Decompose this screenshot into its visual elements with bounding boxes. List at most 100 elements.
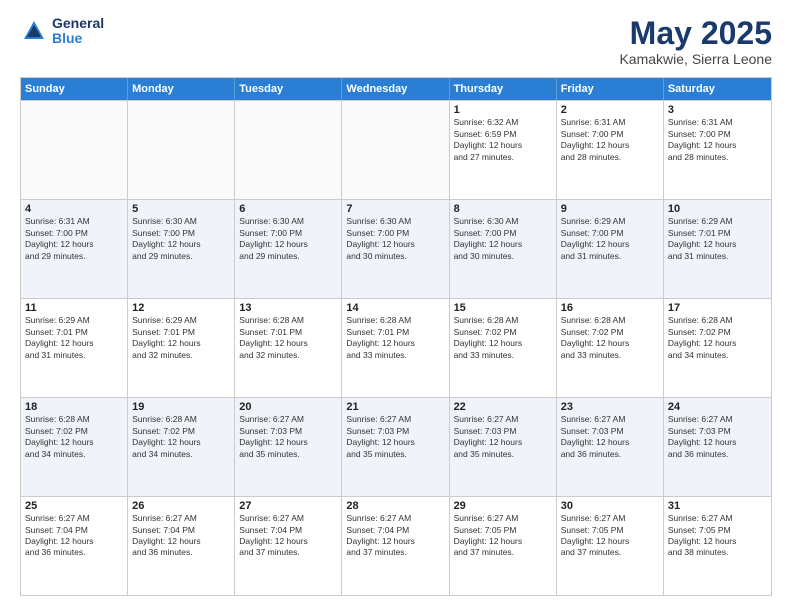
day-number: 2 (561, 104, 659, 116)
day-info: Sunrise: 6:27 AMSunset: 7:04 PMDaylight:… (239, 513, 337, 559)
day-cell-28: 28Sunrise: 6:27 AMSunset: 7:04 PMDayligh… (342, 497, 449, 595)
day-number: 24 (668, 401, 767, 413)
day-cell-18: 18Sunrise: 6:28 AMSunset: 7:02 PMDayligh… (21, 398, 128, 496)
day-number: 14 (346, 302, 444, 314)
weekday-header-monday: Monday (128, 78, 235, 100)
day-cell-30: 30Sunrise: 6:27 AMSunset: 7:05 PMDayligh… (557, 497, 664, 595)
day-info: Sunrise: 6:30 AMSunset: 7:00 PMDaylight:… (239, 216, 337, 262)
day-info: Sunrise: 6:28 AMSunset: 7:02 PMDaylight:… (454, 315, 552, 361)
day-number: 9 (561, 203, 659, 215)
location: Kamakwie, Sierra Leone (619, 51, 772, 67)
day-info: Sunrise: 6:27 AMSunset: 7:04 PMDaylight:… (346, 513, 444, 559)
day-cell-11: 11Sunrise: 6:29 AMSunset: 7:01 PMDayligh… (21, 299, 128, 397)
day-info: Sunrise: 6:27 AMSunset: 7:05 PMDaylight:… (561, 513, 659, 559)
day-number: 11 (25, 302, 123, 314)
day-info: Sunrise: 6:29 AMSunset: 7:01 PMDaylight:… (132, 315, 230, 361)
day-cell-6: 6Sunrise: 6:30 AMSunset: 7:00 PMDaylight… (235, 200, 342, 298)
day-info: Sunrise: 6:29 AMSunset: 7:00 PMDaylight:… (561, 216, 659, 262)
day-cell-22: 22Sunrise: 6:27 AMSunset: 7:03 PMDayligh… (450, 398, 557, 496)
day-cell-17: 17Sunrise: 6:28 AMSunset: 7:02 PMDayligh… (664, 299, 771, 397)
day-number: 26 (132, 500, 230, 512)
calendar-row-4: 25Sunrise: 6:27 AMSunset: 7:04 PMDayligh… (21, 496, 771, 595)
day-cell-24: 24Sunrise: 6:27 AMSunset: 7:03 PMDayligh… (664, 398, 771, 496)
day-number: 8 (454, 203, 552, 215)
day-cell-1: 1Sunrise: 6:32 AMSunset: 6:59 PMDaylight… (450, 101, 557, 199)
empty-cell (342, 101, 449, 199)
day-cell-20: 20Sunrise: 6:27 AMSunset: 7:03 PMDayligh… (235, 398, 342, 496)
day-number: 15 (454, 302, 552, 314)
day-cell-26: 26Sunrise: 6:27 AMSunset: 7:04 PMDayligh… (128, 497, 235, 595)
day-info: Sunrise: 6:31 AMSunset: 7:00 PMDaylight:… (561, 117, 659, 163)
header: General Blue May 2025 Kamakwie, Sierra L… (20, 16, 772, 67)
day-cell-5: 5Sunrise: 6:30 AMSunset: 7:00 PMDaylight… (128, 200, 235, 298)
day-number: 1 (454, 104, 552, 116)
day-number: 29 (454, 500, 552, 512)
day-cell-16: 16Sunrise: 6:28 AMSunset: 7:02 PMDayligh… (557, 299, 664, 397)
day-cell-8: 8Sunrise: 6:30 AMSunset: 7:00 PMDaylight… (450, 200, 557, 298)
weekday-header-thursday: Thursday (450, 78, 557, 100)
day-number: 7 (346, 203, 444, 215)
day-cell-23: 23Sunrise: 6:27 AMSunset: 7:03 PMDayligh… (557, 398, 664, 496)
weekday-header-friday: Friday (557, 78, 664, 100)
weekday-header-tuesday: Tuesday (235, 78, 342, 100)
day-number: 16 (561, 302, 659, 314)
day-cell-27: 27Sunrise: 6:27 AMSunset: 7:04 PMDayligh… (235, 497, 342, 595)
weekday-header-saturday: Saturday (664, 78, 771, 100)
day-info: Sunrise: 6:29 AMSunset: 7:01 PMDaylight:… (25, 315, 123, 361)
day-info: Sunrise: 6:31 AMSunset: 7:00 PMDaylight:… (25, 216, 123, 262)
day-cell-25: 25Sunrise: 6:27 AMSunset: 7:04 PMDayligh… (21, 497, 128, 595)
day-info: Sunrise: 6:27 AMSunset: 7:03 PMDaylight:… (346, 414, 444, 460)
day-cell-14: 14Sunrise: 6:28 AMSunset: 7:01 PMDayligh… (342, 299, 449, 397)
day-info: Sunrise: 6:28 AMSunset: 7:02 PMDaylight:… (561, 315, 659, 361)
calendar-row-1: 4Sunrise: 6:31 AMSunset: 7:00 PMDaylight… (21, 199, 771, 298)
day-number: 5 (132, 203, 230, 215)
logo-text: General Blue (52, 16, 104, 47)
calendar-body: 1Sunrise: 6:32 AMSunset: 6:59 PMDaylight… (21, 100, 771, 595)
day-info: Sunrise: 6:31 AMSunset: 7:00 PMDaylight:… (668, 117, 767, 163)
day-info: Sunrise: 6:28 AMSunset: 7:02 PMDaylight:… (668, 315, 767, 361)
logo-blue: Blue (52, 31, 104, 46)
day-number: 28 (346, 500, 444, 512)
day-info: Sunrise: 6:27 AMSunset: 7:05 PMDaylight:… (668, 513, 767, 559)
day-number: 22 (454, 401, 552, 413)
calendar-header: SundayMondayTuesdayWednesdayThursdayFrid… (21, 78, 771, 100)
day-cell-21: 21Sunrise: 6:27 AMSunset: 7:03 PMDayligh… (342, 398, 449, 496)
day-info: Sunrise: 6:30 AMSunset: 7:00 PMDaylight:… (346, 216, 444, 262)
calendar-row-0: 1Sunrise: 6:32 AMSunset: 6:59 PMDaylight… (21, 100, 771, 199)
day-cell-19: 19Sunrise: 6:28 AMSunset: 7:02 PMDayligh… (128, 398, 235, 496)
day-info: Sunrise: 6:27 AMSunset: 7:03 PMDaylight:… (239, 414, 337, 460)
day-info: Sunrise: 6:28 AMSunset: 7:02 PMDaylight:… (132, 414, 230, 460)
day-info: Sunrise: 6:30 AMSunset: 7:00 PMDaylight:… (132, 216, 230, 262)
day-info: Sunrise: 6:27 AMSunset: 7:03 PMDaylight:… (454, 414, 552, 460)
empty-cell (128, 101, 235, 199)
day-cell-29: 29Sunrise: 6:27 AMSunset: 7:05 PMDayligh… (450, 497, 557, 595)
logo-icon (20, 17, 48, 45)
calendar: SundayMondayTuesdayWednesdayThursdayFrid… (20, 77, 772, 596)
logo-general: General (52, 16, 104, 31)
weekday-header-sunday: Sunday (21, 78, 128, 100)
day-cell-13: 13Sunrise: 6:28 AMSunset: 7:01 PMDayligh… (235, 299, 342, 397)
day-number: 27 (239, 500, 337, 512)
day-number: 12 (132, 302, 230, 314)
day-cell-7: 7Sunrise: 6:30 AMSunset: 7:00 PMDaylight… (342, 200, 449, 298)
day-cell-12: 12Sunrise: 6:29 AMSunset: 7:01 PMDayligh… (128, 299, 235, 397)
day-number: 21 (346, 401, 444, 413)
day-number: 4 (25, 203, 123, 215)
day-info: Sunrise: 6:29 AMSunset: 7:01 PMDaylight:… (668, 216, 767, 262)
calendar-row-3: 18Sunrise: 6:28 AMSunset: 7:02 PMDayligh… (21, 397, 771, 496)
month-title: May 2025 (619, 16, 772, 51)
page: General Blue May 2025 Kamakwie, Sierra L… (0, 0, 792, 612)
day-cell-4: 4Sunrise: 6:31 AMSunset: 7:00 PMDaylight… (21, 200, 128, 298)
day-cell-3: 3Sunrise: 6:31 AMSunset: 7:00 PMDaylight… (664, 101, 771, 199)
day-info: Sunrise: 6:32 AMSunset: 6:59 PMDaylight:… (454, 117, 552, 163)
day-cell-31: 31Sunrise: 6:27 AMSunset: 7:05 PMDayligh… (664, 497, 771, 595)
day-number: 31 (668, 500, 767, 512)
day-info: Sunrise: 6:27 AMSunset: 7:05 PMDaylight:… (454, 513, 552, 559)
day-info: Sunrise: 6:27 AMSunset: 7:04 PMDaylight:… (25, 513, 123, 559)
calendar-row-2: 11Sunrise: 6:29 AMSunset: 7:01 PMDayligh… (21, 298, 771, 397)
day-number: 10 (668, 203, 767, 215)
logo: General Blue (20, 16, 104, 47)
day-number: 20 (239, 401, 337, 413)
day-info: Sunrise: 6:27 AMSunset: 7:04 PMDaylight:… (132, 513, 230, 559)
day-number: 6 (239, 203, 337, 215)
